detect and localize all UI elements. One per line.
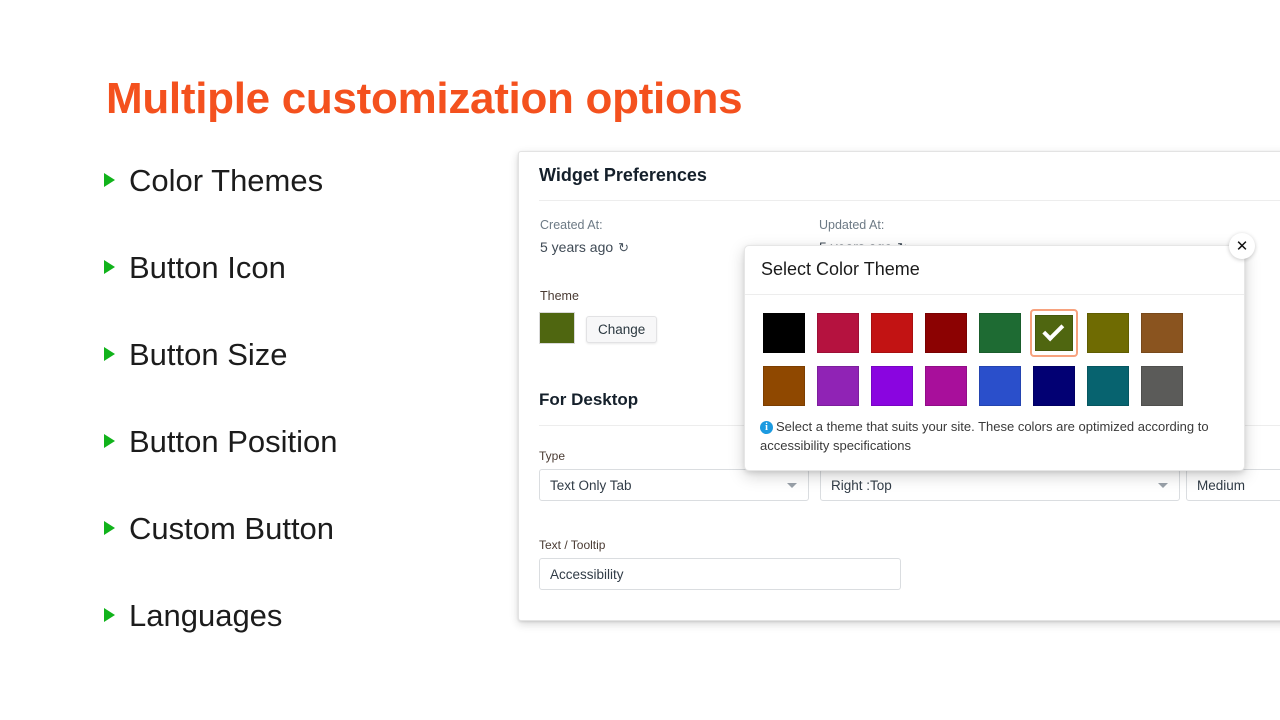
change-theme-button[interactable]: Change — [586, 316, 658, 343]
tooltip-input-value: Accessibility — [550, 566, 624, 582]
swatch-fill — [871, 365, 913, 406]
swatch-fill — [871, 312, 913, 353]
triangle-bullet-icon — [104, 347, 115, 361]
list-item: Button Icon — [104, 245, 524, 289]
list-item: Button Position — [104, 419, 524, 463]
color-swatch-forest-green[interactable] — [973, 306, 1027, 359]
slide-canvas: Multiple customization options Color The… — [0, 0, 1280, 720]
updated-at-label: Updated At: — [819, 218, 885, 232]
swatch-fill — [1087, 312, 1129, 353]
feature-list: Color Themes Button Icon Button Size But… — [104, 158, 524, 680]
list-item-label: Custom Button — [129, 510, 335, 546]
swatch-fill — [1141, 365, 1183, 406]
close-icon[interactable]: ✕ — [1229, 233, 1255, 259]
list-item: Languages — [104, 593, 524, 637]
panel-title: Widget Preferences — [539, 165, 707, 185]
color-swatch-royal-blue[interactable] — [973, 359, 1027, 412]
theme-label: Theme — [540, 289, 579, 303]
created-at-block: Created At: 5 years ago ↻ — [540, 218, 629, 255]
swatch-fill — [1035, 314, 1073, 351]
created-at-text: 5 years ago — [540, 239, 614, 255]
list-item-label: Button Position — [129, 423, 338, 459]
chevron-down-icon — [787, 483, 797, 488]
modal-note: i Select a theme that suits your site. Th… — [760, 418, 1225, 456]
triangle-bullet-icon — [104, 173, 115, 187]
list-item-label: Button Size — [129, 336, 288, 372]
divider — [539, 200, 1280, 201]
list-item-label: Color Themes — [129, 162, 324, 198]
swatch-fill — [979, 365, 1021, 406]
color-swatch-fire-red[interactable] — [865, 306, 919, 359]
modal-title: Select Color Theme — [761, 259, 920, 279]
color-swatch-black[interactable] — [757, 306, 811, 359]
swatch-fill — [979, 312, 1021, 353]
color-swatch-teal[interactable] — [1081, 359, 1135, 412]
swatch-fill — [1033, 365, 1075, 406]
swatch-fill — [925, 365, 967, 406]
position-select-value: Right :Top — [831, 477, 892, 493]
info-icon: i — [760, 421, 773, 434]
color-swatch-saddle-brown[interactable] — [1135, 306, 1189, 359]
color-swatch-violet[interactable] — [865, 359, 919, 412]
divider — [745, 294, 1244, 295]
list-item-label: Languages — [129, 597, 283, 633]
position-select[interactable]: Right :Top — [820, 469, 1180, 501]
color-swatch-dark-maroon[interactable] — [919, 306, 973, 359]
color-swatch-grid — [757, 306, 1189, 412]
tooltip-input[interactable]: Accessibility — [539, 558, 901, 590]
color-swatch-purple[interactable] — [811, 359, 865, 412]
triangle-bullet-icon — [104, 521, 115, 535]
type-select[interactable]: Text Only Tab — [539, 469, 809, 501]
list-item: Custom Button — [104, 506, 524, 550]
color-swatch-crimson[interactable] — [811, 306, 865, 359]
list-item: Color Themes — [104, 158, 524, 202]
swatch-fill — [925, 312, 967, 353]
swatch-fill — [817, 312, 859, 353]
size-select-value: Medium — [1197, 477, 1246, 493]
modal-note-text: Select a theme that suits your site. The… — [760, 419, 1209, 453]
chevron-down-icon — [1158, 483, 1168, 488]
triangle-bullet-icon — [104, 434, 115, 448]
field-tooltip: Text / Tooltip Accessibility — [539, 538, 901, 590]
color-swatch-olive-green[interactable] — [1030, 308, 1078, 357]
color-swatch-magenta[interactable] — [919, 359, 973, 412]
type-select-value: Text Only Tab — [550, 477, 632, 493]
select-color-theme-modal: Select Color Theme i Select a theme that … — [744, 245, 1245, 471]
swatch-fill — [763, 365, 805, 406]
swatch-fill — [817, 365, 859, 406]
size-select[interactable]: Medium — [1186, 469, 1280, 501]
list-item-label: Button Icon — [129, 249, 286, 285]
swatch-fill — [1141, 312, 1183, 353]
page-title: Multiple customization options — [106, 74, 743, 123]
list-item: Button Size — [104, 332, 524, 376]
color-swatch-dark-olive[interactable] — [1081, 306, 1135, 359]
refresh-icon[interactable]: ↻ — [618, 241, 629, 254]
color-swatch-gray[interactable] — [1135, 359, 1189, 412]
triangle-bullet-icon — [104, 608, 115, 622]
field-label-tooltip: Text / Tooltip — [539, 538, 606, 552]
section-title-for-desktop: For Desktop — [539, 390, 639, 409]
swatch-fill — [763, 312, 805, 353]
color-swatch-navy[interactable] — [1027, 359, 1081, 412]
color-swatch-burnt-orange[interactable] — [757, 359, 811, 412]
created-at-value: 5 years ago ↻ — [540, 239, 629, 255]
created-at-label: Created At: — [540, 218, 603, 232]
triangle-bullet-icon — [104, 260, 115, 274]
swatch-fill — [1087, 365, 1129, 406]
check-icon — [1042, 319, 1065, 342]
current-theme-swatch[interactable] — [539, 312, 575, 344]
